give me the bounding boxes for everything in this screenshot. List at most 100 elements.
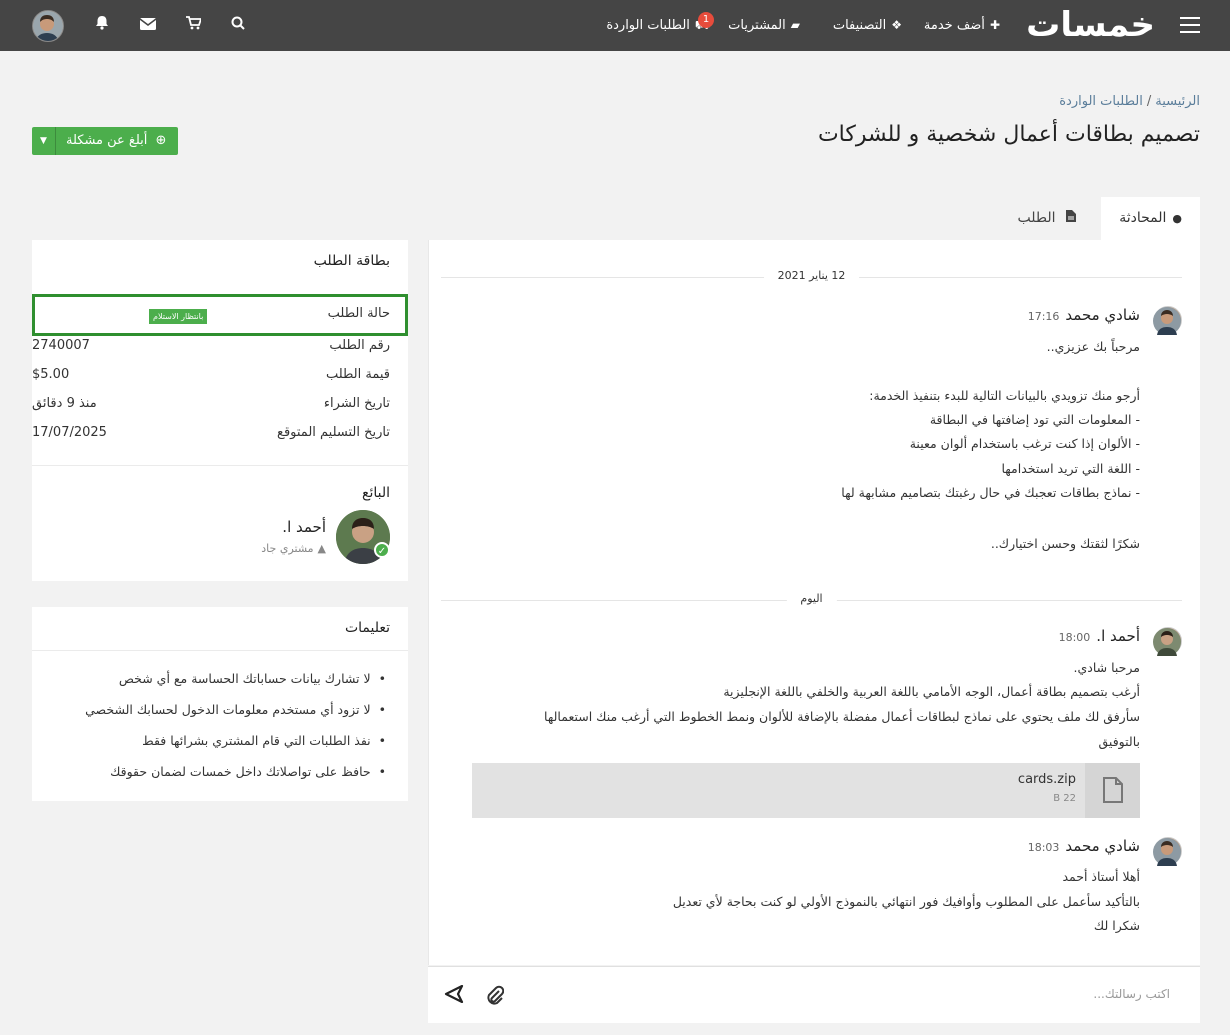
message-text: مرحباً بك عزيزي.. [1046, 339, 1140, 354]
instruction-item: نفذ الطلبات التي قام المشتري بشرائها فقط [142, 733, 386, 748]
user-icon: ▲ [317, 542, 326, 555]
message-text: مرحبا شادي. [1073, 660, 1140, 675]
message-author[interactable]: شادي محمد 17:16 [1028, 306, 1140, 324]
date-separator: اليوم [441, 592, 1182, 605]
tab-conversation-label: المحادثة [1119, 210, 1167, 226]
site-logo[interactable]: خمسات [1026, 4, 1155, 46]
avatar[interactable] [1153, 627, 1182, 656]
message-text: بالتأكيد سأعمل على المطلوب وأوافيك فور ا… [672, 894, 1140, 909]
tab-conversation[interactable]: ● المحادثة [1101, 197, 1200, 240]
nav-add-service-label: أضف خدمة [923, 18, 985, 33]
date-label: 12 يناير 2021 [763, 269, 860, 282]
message-text: أرجو منك تزويدي بالبيانات التالية للبدء … [869, 388, 1140, 403]
divider [32, 465, 408, 466]
message-text: - اللغة التي تريد استخدامها [1001, 461, 1140, 476]
message-composer: اكتب رسالتك... [428, 966, 1200, 1023]
order-status-label: حالة الطلب [327, 306, 390, 321]
order-number-label: رقم الطلب [329, 338, 390, 353]
order-price-label: قيمة الطلب [325, 367, 390, 382]
chevron-down-icon[interactable]: ▼ [32, 127, 56, 155]
attachment-size: 22 B [1053, 793, 1076, 804]
send-icon[interactable] [444, 984, 464, 1007]
avatar[interactable] [1153, 837, 1182, 866]
seller-heading: البائع [362, 485, 390, 501]
breadcrumb-separator: / [1146, 94, 1152, 109]
verified-icon: ✓ [374, 542, 390, 558]
message-text: سأرفق لك ملف يحتوي على نماذج لبطاقات أعم… [544, 709, 1140, 724]
seller-role: ▲مشتري جاد [261, 542, 326, 555]
purchase-date-label: تاريخ الشراء [323, 396, 390, 411]
tab-order-label: الطلب [1017, 210, 1056, 226]
avatar[interactable] [1153, 306, 1182, 335]
message-author-name: أحمد ا. [1096, 627, 1140, 645]
plus-icon: ✚ [989, 18, 1000, 32]
message-input[interactable]: اكتب رسالتك... [1093, 987, 1170, 1001]
report-problem-button[interactable]: ▼ ⊕ أبلغ عن مشكلة [32, 127, 179, 155]
message-author-name: شادي محمد [1065, 837, 1140, 855]
nav-incoming-label: الطلبات الواردة [606, 18, 690, 33]
instructions-title: تعليمات [344, 620, 390, 636]
report-problem-label: أبلغ عن مشكلة [66, 133, 148, 148]
message-author[interactable]: شادي محمد 18:03 [1028, 837, 1140, 855]
date-separator: 12 يناير 2021 [441, 269, 1182, 282]
instructions-card: تعليمات لا تشارك بيانات حساباتك الحساسة … [32, 607, 408, 801]
message-time: 18:03 [1027, 841, 1060, 854]
page-title: تصميم بطاقات أعمال شخصية و للشركات [817, 122, 1200, 147]
bell-icon[interactable] [92, 15, 112, 35]
message-text: أرغب بتصميم بطاقة أعمال، الوجه الأمامي ب… [723, 684, 1140, 699]
nav-categories-label: التصنيفات [832, 18, 887, 33]
delivery-date-value: 17/07/2025 [32, 425, 107, 440]
breadcrumb-current[interactable]: الطلبات الواردة [1059, 94, 1143, 109]
seller-name[interactable]: أحمد ا. [282, 518, 326, 536]
message-time: 17:16 [1027, 310, 1060, 323]
breadcrumb-home[interactable]: الرئيسية [1155, 94, 1200, 109]
message-text: - نماذج بطاقات تعجبك في حال رغبتك بتصامي… [841, 485, 1140, 500]
message-author-name: شادي محمد [1065, 306, 1140, 324]
cubes-icon: ❖ [891, 18, 902, 32]
instruction-item: حافظ على تواصلاتك داخل خمسات لضمان حقوقك [110, 764, 386, 779]
order-price-value: $5.00 [32, 367, 70, 382]
date-label: اليوم [786, 592, 837, 605]
status-badge: بانتظار الاستلام [149, 309, 208, 324]
nav-purchases[interactable]: ▰ المشتريات [728, 0, 800, 51]
message-text: - المعلومات التي تود إضافتها في البطاقة [929, 412, 1140, 427]
menu-icon[interactable] [1180, 17, 1200, 33]
message-text: شكرا لك [1093, 918, 1140, 933]
nav-purchases-label: المشتريات [728, 18, 786, 33]
tab-order[interactable]: الطلب [1000, 197, 1094, 240]
order-card-title: بطاقة الطلب [313, 253, 390, 269]
order-card: بطاقة الطلب حالة الطلب بانتظار الاستلام … [32, 240, 408, 581]
order-status-row: حالة الطلب بانتظار الاستلام [32, 294, 408, 336]
incoming-requests-badge: 1 [698, 12, 714, 28]
cart-icon[interactable] [183, 15, 203, 35]
instruction-item: لا تزود أي مستخدم معلومات الدخول لحسابك … [85, 702, 386, 717]
message-text: بالتوفيق [1098, 734, 1141, 749]
paperclip-icon[interactable] [486, 985, 505, 1009]
breadcrumb: الرئيسية/الطلبات الواردة [1059, 94, 1200, 109]
attachment-name[interactable]: cards.zip [1018, 772, 1076, 787]
order-number-value: 2740007 [32, 338, 90, 353]
nav-categories[interactable]: ❖ التصنيفات [833, 0, 902, 51]
message-text: - الألوان إذا كنت ترغب باستخدام ألوان مع… [909, 436, 1140, 451]
message-author[interactable]: أحمد ا. 18:00 [1059, 627, 1140, 645]
delivery-date-label: تاريخ التسليم المتوقع [277, 425, 390, 440]
conversation-panel: 12 يناير 2021 شادي محمد 17:16 مرحباً بك ع… [428, 240, 1200, 965]
message-text: أهلا أستاذ أحمد [1062, 869, 1140, 884]
divider [32, 650, 408, 651]
message-text: شكرًا لثقتك وحسن اختيارك.. [990, 536, 1140, 551]
folder-open-icon: ▰ [790, 18, 800, 32]
message-time: 18:00 [1058, 631, 1091, 644]
top-navbar: خمسات ✚ أضف خدمة ❖ التصنيفات ▰ المشتريات ⛟ا… [0, 0, 1230, 51]
life-ring-icon: ⊕ [155, 133, 167, 148]
comments-icon: ● [1172, 212, 1182, 225]
nav-incoming-requests[interactable]: ⛟الطلبات الواردة [606, 0, 710, 51]
nav-add-service[interactable]: ✚ أضف خدمة [924, 0, 1000, 51]
purchase-date-value: منذ 9 دقائق [32, 396, 97, 411]
file-text-icon [1062, 210, 1076, 226]
envelope-icon[interactable] [138, 15, 158, 35]
attachment-card[interactable]: cards.zip 22 B [472, 763, 1140, 818]
search-icon[interactable] [228, 15, 248, 35]
user-avatar[interactable] [32, 10, 64, 42]
seller-role-label: مشتري جاد [261, 542, 314, 555]
instruction-item: لا تشارك بيانات حساباتك الحساسة مع أي شخ… [119, 671, 386, 686]
